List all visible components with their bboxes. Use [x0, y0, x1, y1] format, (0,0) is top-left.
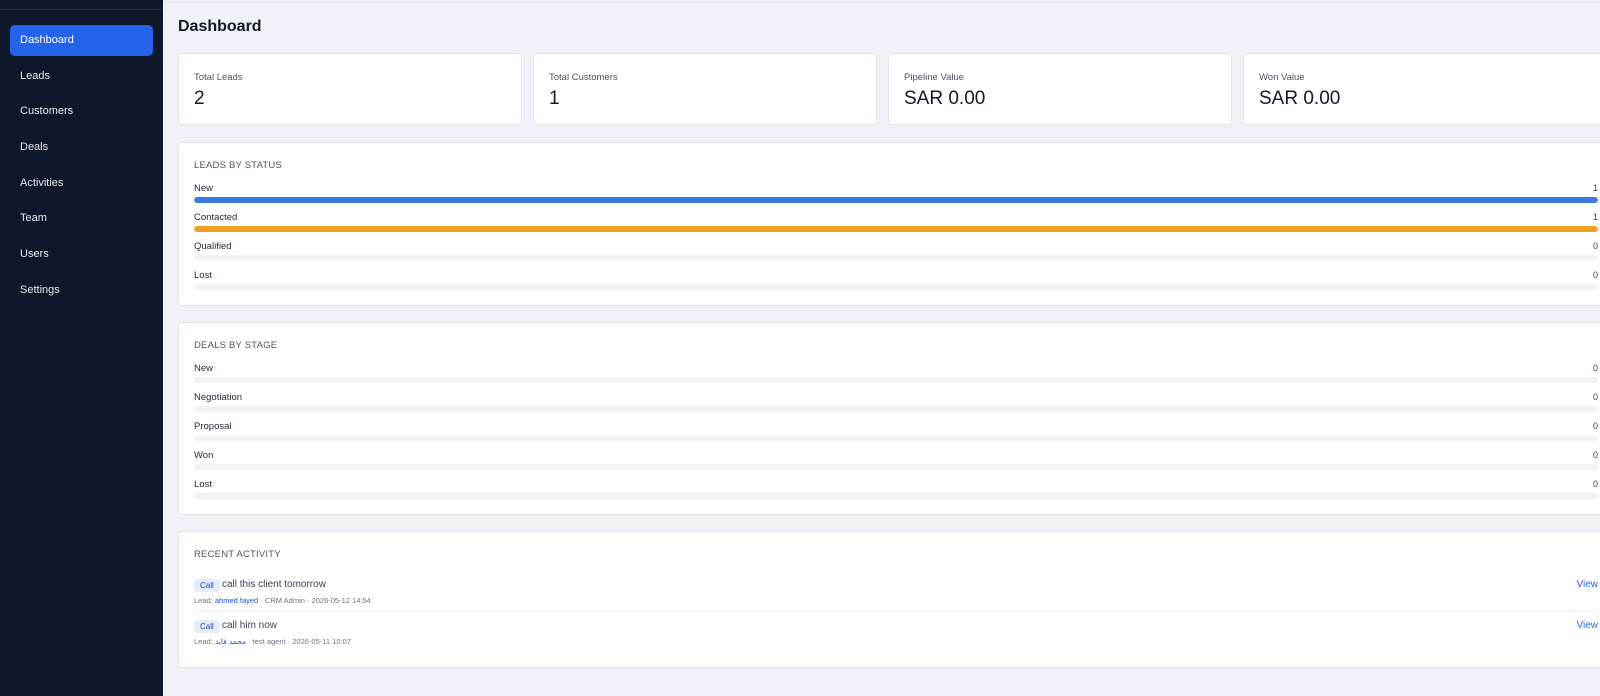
bar-fill	[194, 226, 1598, 232]
status-bar-row: Lost 0	[194, 270, 1598, 294]
bar-label: Negotiation	[194, 392, 243, 403]
recent-activity-panel: RECENT ACTIVITY Call call this client to…	[178, 531, 1600, 668]
bar-track	[194, 406, 1598, 412]
bar-count: 0	[1592, 270, 1598, 280]
bar-label: New	[194, 183, 214, 194]
bar-count: 1	[1592, 183, 1598, 193]
header-divider	[163, 2, 1600, 3]
activity-meta-rest: · CRM Admin · 2026-05-12 14:54	[258, 596, 371, 605]
activity-meta-rest: · test agent · 2026-05-11 10:07	[245, 637, 351, 646]
bar-count: 0	[1592, 421, 1598, 431]
bar-track	[194, 255, 1598, 261]
sidebar-item-customers[interactable]: Customers	[10, 96, 153, 127]
bar-track	[194, 435, 1598, 441]
activity-type-badge: Call	[194, 620, 220, 633]
stage-bar-row: Proposal 0	[194, 421, 1598, 445]
activity-type-badge: Call	[194, 579, 220, 592]
stat-card-pipeline-value: Pipeline Value SAR 0.00	[888, 53, 1232, 125]
lead-prefix: Lead:	[194, 637, 215, 646]
sidebar-nav: Dashboard Leads Customers Deals Activiti…	[10, 25, 153, 311]
stage-bar-row: Negotiation 0	[194, 392, 1598, 416]
lead-link[interactable]: محمد فايد	[215, 637, 246, 646]
bar-label: Qualified	[194, 241, 232, 252]
bar-track	[194, 197, 1598, 203]
bar-track	[194, 226, 1598, 232]
lead-prefix: Lead:	[194, 596, 215, 605]
sidebar-item-leads[interactable]: Leads	[10, 61, 153, 92]
stage-bar-row: Won 0	[194, 450, 1598, 474]
sidebar: Dashboard Leads Customers Deals Activiti…	[0, 0, 163, 696]
stage-bar-row: Lost 0	[194, 479, 1598, 503]
bar-label: New	[194, 363, 214, 374]
section-title: LEADS BY STATUS	[194, 160, 282, 171]
bar-label: Won	[194, 450, 214, 461]
activity-meta: Lead: ahmed fayed · CRM Admin · 2026-05-…	[194, 596, 371, 605]
sidebar-divider	[0, 9, 163, 10]
bar-track	[194, 377, 1598, 383]
bar-count: 1	[1592, 212, 1598, 222]
bar-label: Lost	[194, 479, 212, 490]
stat-label: Total Leads	[194, 72, 243, 83]
stat-value: SAR 0.00	[1259, 88, 1341, 109]
bar-count: 0	[1592, 363, 1598, 373]
bar-label: Proposal	[194, 421, 232, 432]
sidebar-item-deals[interactable]: Deals	[10, 132, 153, 163]
bar-count: 0	[1592, 241, 1598, 251]
activity-item: Call call him now Lead: محمد فايد · test…	[194, 619, 1598, 659]
view-link[interactable]: View	[1577, 620, 1599, 631]
stat-label: Won Value	[1259, 72, 1305, 83]
stat-card-total-customers: Total Customers 1	[533, 53, 877, 125]
lead-link[interactable]: ahmed fayed	[215, 596, 258, 605]
bar-fill	[194, 197, 1598, 203]
bar-count: 0	[1592, 392, 1598, 402]
activity-divider	[194, 611, 1598, 612]
sidebar-item-activities[interactable]: Activities	[10, 168, 153, 199]
stat-card-total-leads: Total Leads 2	[178, 53, 522, 125]
section-title: DEALS BY STAGE	[194, 340, 278, 351]
bar-label: Contacted	[194, 212, 238, 223]
sidebar-item-users[interactable]: Users	[10, 239, 153, 270]
activity-text: call him now	[222, 620, 278, 631]
stat-value: 1	[549, 88, 560, 109]
bar-track	[194, 284, 1598, 290]
stat-card-won-value: Won Value SAR 0.00	[1243, 53, 1600, 125]
stat-value: 2	[194, 88, 205, 109]
section-title: RECENT ACTIVITY	[194, 549, 281, 560]
status-bar-row: Qualified 0	[194, 241, 1598, 265]
view-link[interactable]: View	[1577, 579, 1599, 590]
stage-bar-row: New 0	[194, 363, 1598, 387]
bar-track	[194, 493, 1598, 499]
status-bar-row: New 1	[194, 183, 1598, 207]
main-content: Dashboard Total Leads 2 Total Customers …	[163, 0, 1600, 696]
sidebar-item-dashboard[interactable]: Dashboard	[10, 25, 153, 56]
stat-label: Total Customers	[549, 72, 618, 83]
activity-text: call this client tomorrow	[222, 579, 326, 590]
sidebar-item-settings[interactable]: Settings	[10, 275, 153, 306]
activity-meta: Lead: محمد فايد · test agent · 2026-05-1…	[194, 637, 351, 646]
bar-count: 0	[1592, 450, 1598, 460]
bar-count: 0	[1592, 479, 1598, 489]
sidebar-item-team[interactable]: Team	[10, 203, 153, 234]
status-bar-row: Contacted 1	[194, 212, 1598, 236]
bar-label: Lost	[194, 270, 212, 281]
bar-track	[194, 464, 1598, 470]
stat-label: Pipeline Value	[904, 72, 965, 83]
stat-value: SAR 0.00	[904, 88, 986, 109]
activity-item: Call call this client tomorrow Lead: ahm…	[194, 578, 1598, 618]
page-title: Dashboard	[178, 18, 262, 35]
leads-by-status-panel: LEADS BY STATUS New 1 Contacted 1 Qualif…	[178, 142, 1600, 306]
deals-by-stage-panel: DEALS BY STAGE New 0 Negotiation 0 Propo…	[178, 322, 1600, 515]
